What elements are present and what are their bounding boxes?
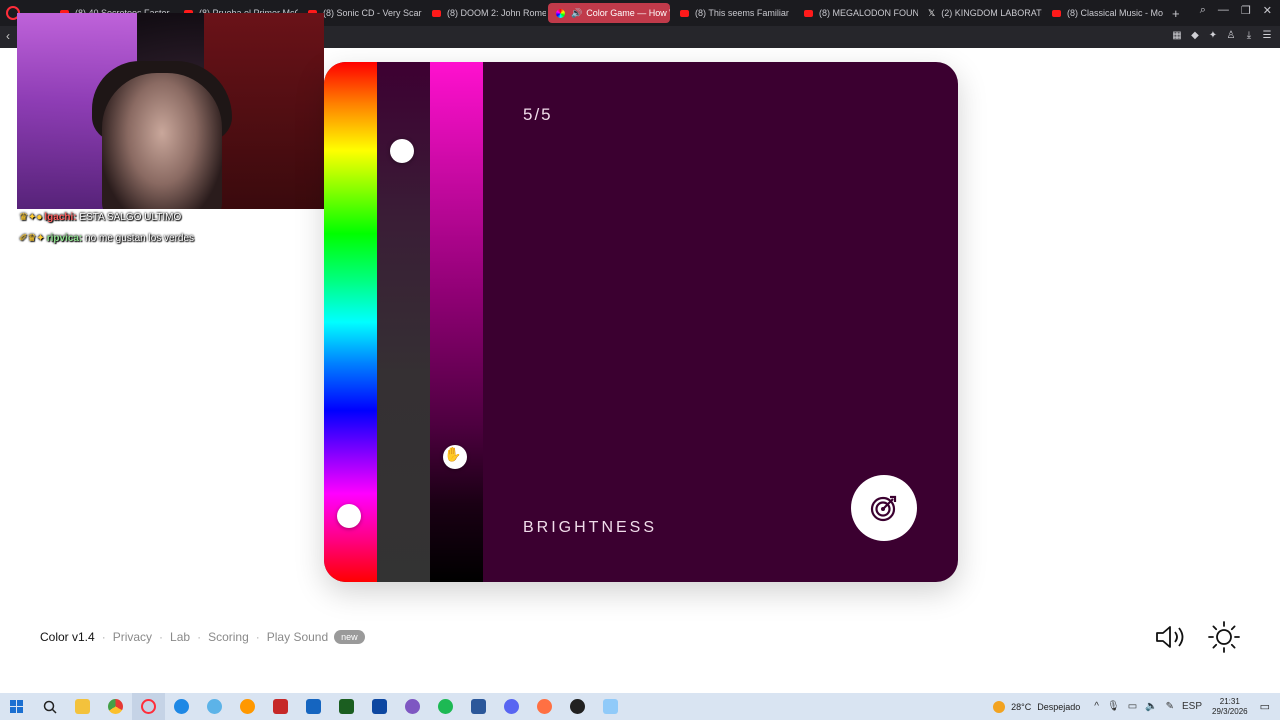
chat-message: ♛✦● lgachi: ESTA SALGO ULTIMO [19,212,182,223]
chat-badges-icon: ✐♛✦ [19,233,45,244]
minimize-icon[interactable]: — [1218,4,1229,17]
footer-brand: Color v1.4 [40,630,95,644]
chat-badges-icon: ♛✦● [19,212,43,223]
privacy-link[interactable]: Privacy [113,630,152,644]
vegas-icon[interactable] [363,693,396,720]
photos-icon[interactable] [297,693,330,720]
file-explorer-icon[interactable] [66,693,99,720]
voice-app-icon[interactable] [264,693,297,720]
app-icon[interactable] [561,693,594,720]
stage-label: BRIGHTNESS [523,519,658,536]
x-twitter-icon: 𝕏 [928,7,936,18]
youtube-icon [680,9,689,17]
pen-icon[interactable]: ✎ [1166,701,1174,712]
streamer-image [102,73,222,209]
brightness-slider[interactable] [430,62,483,582]
opera-icon[interactable] [132,693,165,720]
youtube-icon [432,9,441,17]
close-icon[interactable]: ✕ [1263,4,1272,17]
color-game-favicon-icon [556,8,565,18]
chat-message: ✐♛✦ ripvica: no me gustan los verdes [19,233,195,244]
sound-toggle-button[interactable] [1154,622,1188,652]
download-icon[interactable]: ⤓ [1244,30,1254,42]
search-icon[interactable] [33,693,66,720]
system-tray: 28°C Despejado ^ 🎙 ▭ 🔈 ✎ ESP 21:31 29/3/… [993,693,1280,720]
chrome-icon[interactable] [99,693,132,720]
back-icon[interactable]: ‹ [6,29,10,43]
app-icon[interactable] [198,693,231,720]
notepad-icon[interactable] [594,693,627,720]
youtube-icon [1052,9,1061,17]
play-sound-link[interactable]: Play Sound [267,630,328,644]
new-badge: new [334,630,365,644]
app-icon[interactable] [396,693,429,720]
app-icon[interactable] [528,693,561,720]
word-icon[interactable] [462,693,495,720]
edge-icon[interactable] [165,693,198,720]
translate-icon[interactable]: ▦ [1172,30,1182,42]
browser-tab-active[interactable]: 🔊 Color Game — How W [548,3,670,23]
speaker-icon: 🔊 [571,7,583,18]
weather-widget[interactable]: 28°C Despejado [993,700,1080,713]
browser-tab[interactable]: 𝕏 (2) KINGDOM LABORATO [920,3,1042,23]
start-windows-icon[interactable] [0,693,33,720]
browser-tab[interactable]: (8) This seems Familiar [672,3,794,23]
windows-taskbar: 28°C Despejado ^ 🎙 ▭ 🔈 ✎ ESP 21:31 29/3/… [0,693,1280,720]
round-counter: 5/5 [523,105,553,124]
theme-toggle-button[interactable] [1207,620,1241,654]
clock[interactable]: 21:31 29/3/2026 [1212,697,1248,717]
tray-icons: ^ 🎙 ▭ 🔈 ✎ ESP [1094,701,1202,712]
weather-sun-icon [993,700,1006,713]
search-icon[interactable]: ⌕ [1200,4,1206,17]
browser-tab[interactable]: (8) DOOM 2: John Romer [424,3,546,23]
target-arrow-icon [870,495,897,522]
volume-icon[interactable]: 🔈 [1145,701,1157,712]
browser-tab[interactable]: (8) MEGALODON FOUND [796,3,918,23]
menu-icon[interactable]: ☰ [1262,30,1272,42]
spotify-icon[interactable] [429,693,462,720]
browser-tab[interactable]: (8) Classical Music - Mo [1044,3,1166,23]
extensions-icon[interactable]: ✦ [1208,30,1218,42]
webcam-overlay [17,13,324,209]
hue-slider-handle[interactable] [337,504,361,528]
profile-icon[interactable]: ♙ [1226,30,1236,42]
discord-icon[interactable] [495,693,528,720]
saturation-slider-handle[interactable] [390,139,414,163]
language-indicator[interactable]: ESP [1182,701,1202,712]
speaker-icon [1156,626,1184,648]
chevron-up-icon[interactable]: ^ [1094,701,1099,712]
scoring-link[interactable]: Scoring [208,630,249,644]
network-icon[interactable]: ▭ [1128,701,1137,712]
youtube-icon [804,9,813,17]
hand-cursor-icon: ✋ [444,446,462,462]
footer: Color v1.4 · Privacy · Lab · Scoring · P… [40,628,365,646]
color-game-card: ✋ 5/5 BRIGHTNESS [324,62,958,582]
microphone-icon[interactable]: 🎙 [1107,701,1120,712]
vpn-icon[interactable]: ◆ [1190,30,1200,42]
extension-icons: ▦ ◆ ✦ ♙ ⤓ ☰ [1172,30,1272,42]
new-tab-button[interactable]: + [1172,6,1180,21]
obs-icon[interactable] [231,693,264,720]
submit-guess-button[interactable] [851,475,917,541]
notification-icon[interactable]: ▭ [1260,700,1270,713]
pycharm-icon[interactable] [330,693,363,720]
window-controls: ⌕ — ❐ ✕ [1200,4,1272,17]
restore-icon[interactable]: ❐ [1241,4,1251,17]
sun-icon [1208,621,1240,653]
lab-link[interactable]: Lab [170,630,190,644]
